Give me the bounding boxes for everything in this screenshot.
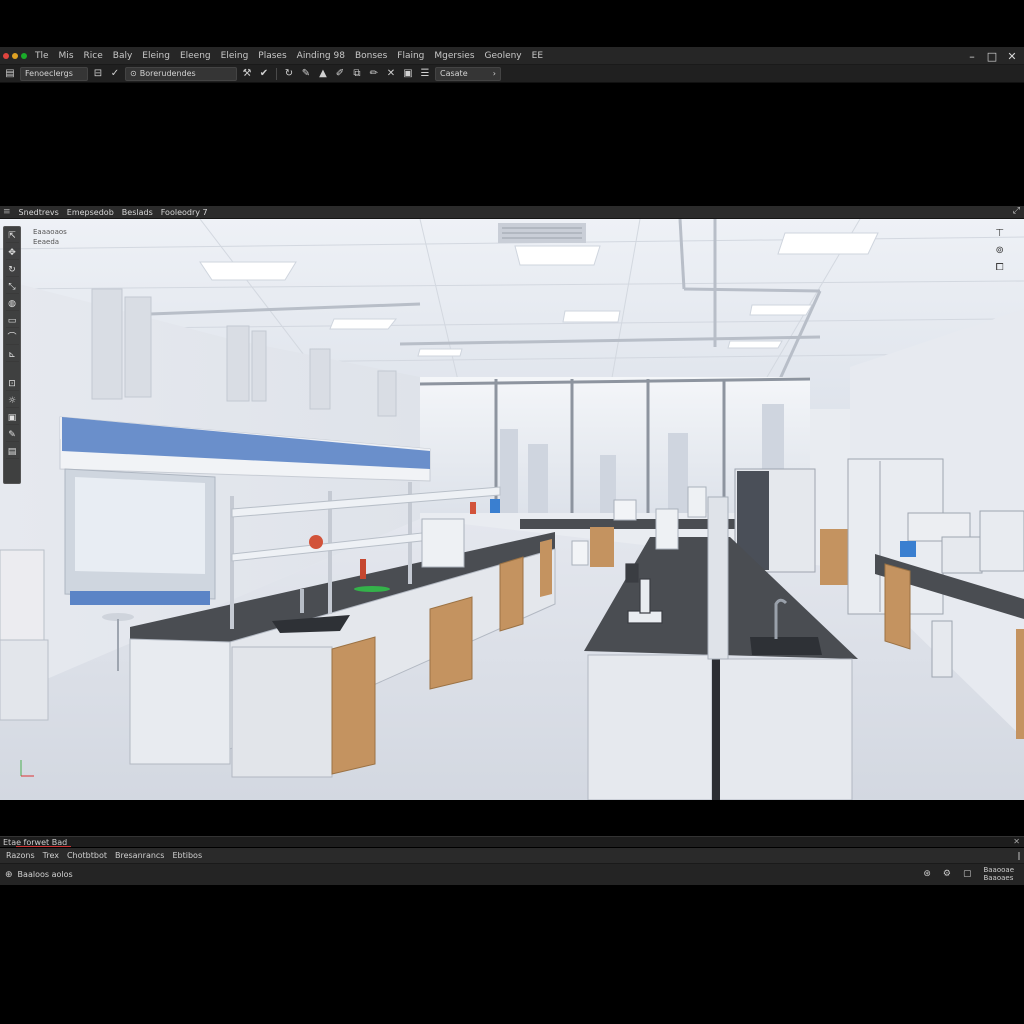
menu-item-5[interactable]: Eleing [137,51,175,61]
check-icon[interactable]: ✓ [108,67,122,81]
pan-icon[interactable]: ⧠ [996,262,1004,273]
mode-dropdown[interactable]: Casate › [435,66,501,81]
menu-item-13[interactable]: Geoleny [480,51,527,61]
move-icon[interactable]: ✥ [5,247,19,260]
scale-icon[interactable]: ⤡ [5,281,19,294]
bottom-tab-4[interactable]: Bresanrancs [115,851,165,860]
pencil-icon[interactable]: ✏ [367,67,381,81]
minimize-icon[interactable]: – [962,47,982,65]
scene-info-label: Eaaaoaos Eeaeda [33,227,67,247]
viewport-tab-3[interactable]: Beslads [122,208,153,217]
viewport-tab-1[interactable]: Snedtrevs [19,208,59,217]
close-icon[interactable]: ✕ [1002,47,1022,65]
search-input-value: Borerudendes [139,69,196,78]
measure-icon[interactable]: ⊾ [5,349,19,362]
chevron-right-icon: › [492,69,496,78]
bottom-tab-2[interactable]: Trex [43,851,59,860]
select-icon[interactable]: ⇱ [5,230,19,243]
view-gizmo-stack: ⊤ ⊚ ⧠ [995,228,1004,273]
status-readout-line-2: Baaoaes [983,874,1014,882]
window-icon[interactable]: ▢ [963,869,972,879]
menu-item-7[interactable]: Eleing [216,51,254,61]
close-icon[interactable]: ✕ [1013,837,1020,846]
menu-item-9[interactable]: Ainding 98 [292,51,350,61]
menu-item-11[interactable]: Flaing [392,51,429,61]
menu-item-3[interactable]: Rice [79,51,108,61]
search-input[interactable]: ⊙ Borerudendes [125,66,237,81]
main-toolbar: ▤ Fenoeclergs ⊟ ✓ ⊙ Borerudendes ⚒ ✔ ↻ ✎… [0,65,1024,83]
bottom-tab-5[interactable]: Ebtibos [172,851,202,860]
wrench-icon[interactable]: ⚒ [240,67,254,81]
viewport-menu-icon[interactable]: ≡ [3,207,11,217]
folder-icon[interactable]: ▤ [3,67,17,81]
status-readout-line-1: Baaooae [983,866,1014,874]
workspace-field[interactable]: Fenoeclergs [20,66,88,81]
light-icon[interactable]: ☼ [5,395,19,408]
rotate-icon[interactable]: ↻ [5,264,19,277]
menu-item-12[interactable]: Mgersies [429,51,479,61]
settings-icon[interactable]: ⚙ [943,869,951,879]
bottom-tab-3[interactable]: Chotbtbot [67,851,107,860]
axis-gizmo-icon [20,760,34,777]
brush-icon[interactable]: ✎ [5,429,19,442]
viewport-tool-palette: ⇱ ✥ ↻ ⤡ ◍ ▭ ⌒ ⊾ ⊡ ☼ ▣ ✎ ▤ [3,226,21,484]
orbit-icon[interactable]: ⊚ [995,245,1003,256]
zoom-window-button[interactable] [21,52,27,59]
window-traffic-lights [0,52,30,59]
bottom-panel-tabs: Razons Trex Chotbtbot Bresanrancs Ebtibo… [0,848,1024,863]
close-window-button[interactable] [3,52,9,59]
edit-icon[interactable]: ✐ [333,67,347,81]
menu-item-6[interactable]: Eleeng [175,51,216,61]
viewport-tab-2[interactable]: Emepsedob [67,208,114,217]
menu-item-1[interactable]: Tle [30,51,54,61]
bottom-tab-1[interactable]: Razons [6,851,35,860]
search-icon: ⊙ [130,69,137,78]
active-panel-underline [16,846,71,847]
layers-icon[interactable]: ▣ [401,67,415,81]
frame-icon[interactable]: ⧉ [350,67,364,81]
status-right-group: ⊛ ⚙ ▢ Baaooae Baaoaes [923,866,1014,882]
maximize-icon[interactable]: □ [982,47,1002,65]
toolbar-divider [276,67,277,80]
refresh-icon[interactable]: ↻ [282,67,296,81]
list-icon[interactable]: ☰ [418,67,432,81]
info-icon[interactable]: ⊕ [5,870,13,880]
minimize-window-button[interactable] [12,52,18,59]
cross-icon[interactable]: ✕ [384,67,398,81]
grid-icon[interactable]: ⊟ [91,67,105,81]
mode-dropdown-value: Casate [440,69,468,78]
menu-item-2[interactable]: Mis [54,51,79,61]
viewport-tab-bar: ≡ Snedtrevs Emepsedob Beslads Fooleodry … [0,206,1024,219]
camera-icon[interactable]: ▣ [5,412,19,425]
status-readout: Baaooae Baaoaes [983,866,1014,882]
viewport-tab-4[interactable]: Fooleodry 7 [161,208,208,217]
globe-icon[interactable]: ⊛ [923,869,931,879]
paint-icon[interactable]: ◍ [5,298,19,311]
status-left-group: ⊕ Baaloos aolos [0,870,73,880]
status-message: Baaloos aolos [17,870,73,879]
pencil-icon[interactable]: ✎ [299,67,313,81]
expand-icon[interactable]: ⤢ [1013,206,1020,216]
bottom-panel-header: Etae forwet Bad ✕ [0,836,1024,847]
zoom-icon[interactable]: ⊡ [5,378,19,391]
scene-label-line-2: Eeaeda [33,238,60,246]
menu-item-10[interactable]: Bonses [350,51,392,61]
viewport-3d-scene[interactable] [0,219,1024,800]
check-icon[interactable]: ✔ [257,67,271,81]
warning-icon[interactable]: ▲ [316,67,330,81]
scrollbar-handle[interactable]: ‖ [1017,851,1021,860]
laboratory-render [0,219,1024,800]
lasso-icon[interactable]: ⌒ [5,332,19,345]
view-cube-icon[interactable]: ⊤ [995,228,1004,239]
status-bar: ⊕ Baaloos aolos ⊛ ⚙ ▢ Baaooae Baaoaes [0,863,1024,885]
box-icon[interactable]: ▭ [5,315,19,328]
menu-item-8[interactable]: Plases [253,51,291,61]
menu-item-4[interactable]: Baly [108,51,138,61]
menu-bar: Tle Mis Rice Baly Eleing Eleeng Eleing P… [0,47,1024,65]
menu-item-14[interactable]: EE [527,51,548,61]
scene-label-line-1: Eaaaoaos [33,228,67,236]
erase-icon[interactable]: ▤ [5,446,19,459]
